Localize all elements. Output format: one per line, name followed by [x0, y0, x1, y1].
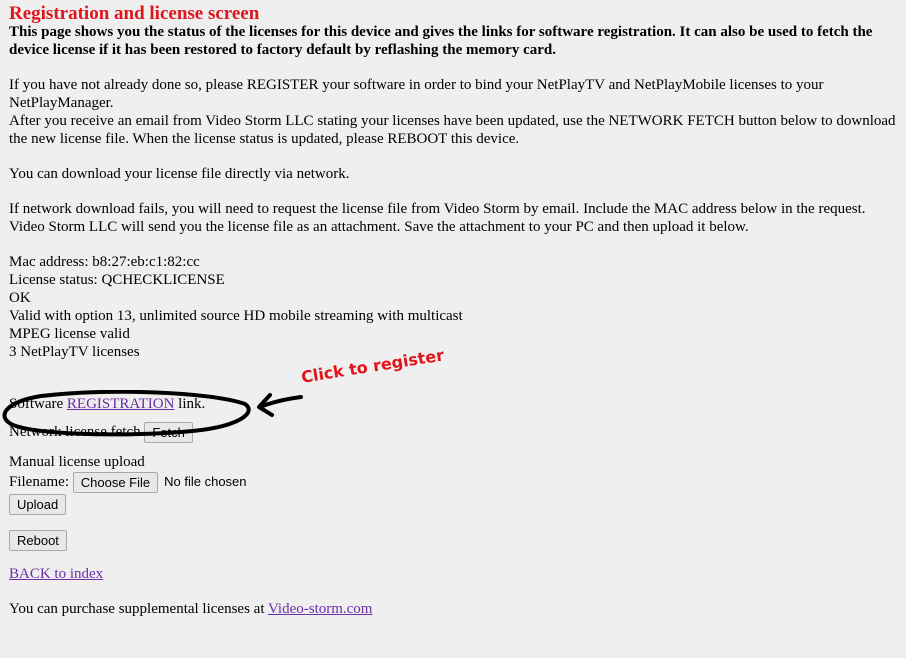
upload-row: Upload — [9, 493, 899, 515]
registration-link[interactable]: REGISTRATION — [67, 396, 175, 412]
back-to-index-link[interactable]: BACK to index — [9, 566, 103, 582]
reboot-button[interactable]: Reboot — [9, 529, 67, 551]
upload-button[interactable]: Upload — [9, 493, 67, 515]
license-valid-option: Valid with option 13, unlimited source H… — [9, 308, 463, 324]
fetch-button[interactable]: Fetch — [144, 421, 193, 443]
purchase-line: You can purchase supplemental licenses a… — [9, 600, 899, 618]
purchase-text: You can purchase supplemental licenses a… — [9, 601, 268, 617]
license-status: License status: QCHECKLICENSE — [9, 272, 225, 288]
registration-line: Software REGISTRATION link. — [9, 395, 899, 413]
register-instructions: If you have not already done so, please … — [9, 77, 824, 111]
page-content: Registration and license screen This pag… — [9, 4, 899, 618]
license-ok: OK — [9, 290, 31, 306]
intro-text: This page shows you the status of the li… — [9, 24, 873, 58]
reboot-row: Reboot — [9, 529, 899, 551]
filename-row: Filename: Choose File No file chosen — [9, 471, 899, 493]
filename-label: Filename: — [9, 474, 73, 490]
manual-upload-heading: Manual license upload — [9, 454, 145, 470]
no-file-chosen: No file chosen — [164, 474, 247, 489]
email-request-text: If network download fails, you will need… — [9, 201, 866, 217]
network-download-text: You can download your license file direc… — [9, 166, 350, 182]
mpeg-license: MPEG license valid — [9, 326, 130, 342]
choose-file-button[interactable]: Choose File — [72, 471, 159, 493]
mac-address: Mac address: b8:27:eb:c1:82:cc — [9, 254, 200, 270]
fetch-instructions: After you receive an email from Video St… — [9, 113, 896, 147]
attachment-text: Video Storm LLC will send you the licens… — [9, 219, 749, 235]
netplay-licenses: 3 NetPlayTV licenses — [9, 344, 140, 360]
page-title: Registration and license screen — [9, 3, 260, 24]
video-storm-link[interactable]: Video-storm.com — [268, 601, 373, 617]
network-fetch-label: Network license fetch — [9, 424, 145, 440]
network-fetch-row: Network license fetch Fetch — [9, 421, 899, 443]
registration-suffix: link. — [174, 396, 206, 412]
registration-prefix: Software — [9, 396, 67, 412]
